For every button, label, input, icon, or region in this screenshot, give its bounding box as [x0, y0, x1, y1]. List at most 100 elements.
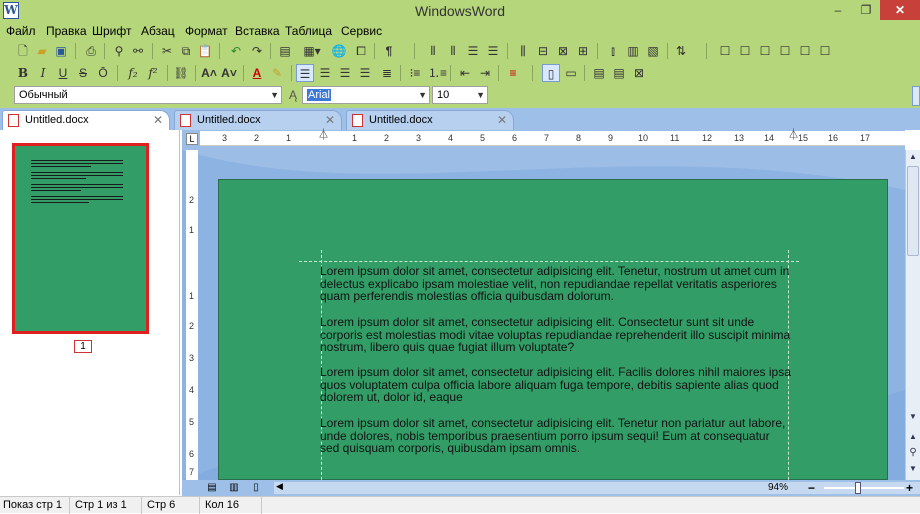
shrink-font-icon[interactable]: A˅	[220, 64, 238, 82]
sort-icon[interactable]: ⇅	[672, 42, 690, 60]
header-icon[interactable]: ▤	[590, 64, 608, 82]
menu-insert[interactable]: Вставка	[233, 22, 282, 40]
open-folder-icon[interactable]: ▰	[33, 42, 51, 60]
unlink-icon[interactable]: ⛓	[172, 64, 190, 82]
increase-indent-icon[interactable]: ⇥	[476, 64, 494, 82]
bookmark-icon[interactable]: ⧠	[352, 42, 370, 60]
table-properties-icon[interactable]: ▥	[624, 42, 642, 60]
prev-page-icon[interactable]: ▲	[906, 430, 920, 444]
print-layout-view-icon[interactable]: ▤	[204, 481, 220, 495]
replace-icon[interactable]: ⚯	[129, 42, 147, 60]
close-button[interactable]: ✕	[880, 0, 920, 20]
close-icon[interactable]: ✕	[325, 111, 335, 130]
hyperlink-icon[interactable]: 🌐	[330, 42, 348, 60]
footer-icon[interactable]: ▤	[610, 64, 628, 82]
highlight-icon[interactable]: ✎	[268, 64, 286, 82]
pilcrow-icon[interactable]: ¶	[380, 42, 398, 60]
zoom-out-button[interactable]: −	[808, 480, 815, 496]
font-size-select[interactable]: 10 ▼	[432, 86, 488, 104]
web-layout-view-icon[interactable]: ▥	[226, 481, 242, 495]
page-layout-icon[interactable]: ▯	[542, 64, 560, 82]
copy-icon[interactable]: ⧉	[177, 42, 195, 60]
strikethrough-button[interactable]: S	[74, 64, 92, 82]
table-split-icon[interactable]: ⫾	[604, 42, 622, 60]
align-center-button[interactable]: ☰	[316, 64, 334, 82]
table-insert-row-below-icon[interactable]: ☰	[484, 42, 502, 60]
table-insert-col-right-icon[interactable]: ⫴	[444, 42, 462, 60]
grow-font-icon[interactable]: A˄	[200, 64, 218, 82]
menu-paragraph[interactable]: Абзац	[139, 22, 177, 40]
cut-icon[interactable]: ✂	[158, 42, 176, 60]
table-delete-icon[interactable]: ⊠	[554, 42, 572, 60]
save-icon[interactable]: ▣	[52, 42, 70, 60]
menu-table[interactable]: Таблица	[283, 22, 334, 40]
menu-format[interactable]: Формат	[183, 22, 230, 40]
scroll-thumb[interactable]	[907, 166, 919, 256]
decrease-indent-icon[interactable]: ⇤	[456, 64, 474, 82]
paragraph-3[interactable]: Lorem ipsum dolor sit amet, consectetur …	[320, 366, 792, 404]
menu-service[interactable]: Сервис	[339, 22, 384, 40]
scroll-left-icon[interactable]: ◀	[276, 481, 283, 492]
italic-button[interactable]: I	[34, 64, 52, 82]
line-spacing-icon[interactable]: ≣	[378, 64, 396, 82]
next-page-icon[interactable]: ▼	[906, 462, 920, 476]
close-icon[interactable]: ✕	[497, 111, 507, 130]
numbered-list-icon[interactable]: ⒈≡	[428, 64, 447, 82]
vertical-scrollbar[interactable]: ▲ ▼ ▲ ⚲ ▼	[905, 150, 920, 480]
subscript-button[interactable]: f₂	[124, 64, 142, 82]
toolbar-overflow-handle[interactable]	[912, 86, 920, 106]
horizontal-ruler[interactable]: 3 2 1 ⏃ 1 2 3 4 5 6 7 8 9 10 11 12 13 14…	[200, 130, 905, 146]
superscript-button[interactable]: f²	[144, 64, 162, 82]
align-left-button[interactable]: ☰	[296, 64, 314, 82]
font-select[interactable]: Arial ▼	[302, 86, 430, 104]
undo-icon[interactable]: ↶	[227, 42, 245, 60]
insert-table-icon[interactable]: ▦▾	[298, 42, 326, 60]
browse-object-icon[interactable]: ⚲	[906, 446, 920, 460]
remove-header-icon[interactable]: ⊠	[630, 64, 648, 82]
tab-stop-selector[interactable]: L	[186, 133, 198, 145]
border-right-icon[interactable]: ☐	[776, 42, 794, 60]
underline-button[interactable]: U	[54, 64, 72, 82]
border-bottom-icon[interactable]: ☐	[816, 42, 834, 60]
scroll-down-icon[interactable]: ▼	[906, 410, 920, 424]
bold-button[interactable]: B	[14, 64, 32, 82]
page-thumbnail[interactable]	[12, 143, 149, 334]
table-insert-row-above-icon[interactable]: ☰	[464, 42, 482, 60]
table-delete-row-icon[interactable]: ⊟	[534, 42, 552, 60]
font-color-icon[interactable]: A	[248, 64, 266, 82]
scroll-up-icon[interactable]: ▲	[906, 150, 920, 164]
document-page[interactable]: Lorem ipsum dolor sit amet, consectetur …	[218, 179, 888, 490]
zoom-slider[interactable]	[824, 487, 904, 489]
align-justify-button[interactable]: ☰	[356, 64, 374, 82]
indent-marker[interactable]: ⏃	[318, 130, 329, 141]
insert-image-icon[interactable]: ▤	[276, 42, 294, 60]
paragraph-4[interactable]: Lorem ipsum dolor sit amet, consectetur …	[320, 417, 792, 455]
tab-document-2[interactable]: Untitled.docx ✕	[174, 110, 342, 130]
zoom-in-button[interactable]: +	[906, 480, 913, 496]
overline-button[interactable]: Ō	[94, 64, 112, 82]
redo-icon[interactable]: ↷	[248, 42, 266, 60]
table-delete-col-icon[interactable]: ⫼	[514, 42, 532, 60]
draft-view-icon[interactable]: ▯	[248, 481, 264, 495]
paragraph-2[interactable]: Lorem ipsum dolor sit amet, consectetur …	[320, 316, 792, 354]
paragraph-1[interactable]: Lorem ipsum dolor sit amet, consectetur …	[320, 265, 792, 303]
table-select-icon[interactable]: ▧	[644, 42, 662, 60]
vertical-ruler[interactable]: 2 1 1 2 3 4 5 6 7	[186, 150, 198, 480]
menu-font[interactable]: Шрифт	[90, 22, 133, 40]
print-icon[interactable]: ⎙	[82, 42, 100, 60]
tab-document-1[interactable]: Untitled.docx ✕	[2, 110, 170, 130]
find-icon[interactable]: ⚲	[110, 42, 128, 60]
minimize-button[interactable]: ‒	[824, 0, 852, 20]
border-none-icon[interactable]: ☐	[716, 42, 734, 60]
paste-icon[interactable]: 📋	[196, 42, 214, 60]
paragraph-color-icon[interactable]: ≡	[504, 64, 522, 82]
bullet-list-icon[interactable]: ⁝≡	[406, 64, 424, 82]
web-layout-icon[interactable]: ▭	[562, 64, 580, 82]
tab-document-3[interactable]: Untitled.docx ✕	[346, 110, 514, 130]
style-select[interactable]: Обычный ▼	[14, 86, 282, 104]
zoom-slider-handle[interactable]	[855, 482, 861, 494]
maximize-button[interactable]: ❐	[852, 0, 880, 20]
border-top-icon[interactable]: ☐	[796, 42, 814, 60]
table-merge-icon[interactable]: ⊞	[574, 42, 592, 60]
align-right-button[interactable]: ☰	[336, 64, 354, 82]
